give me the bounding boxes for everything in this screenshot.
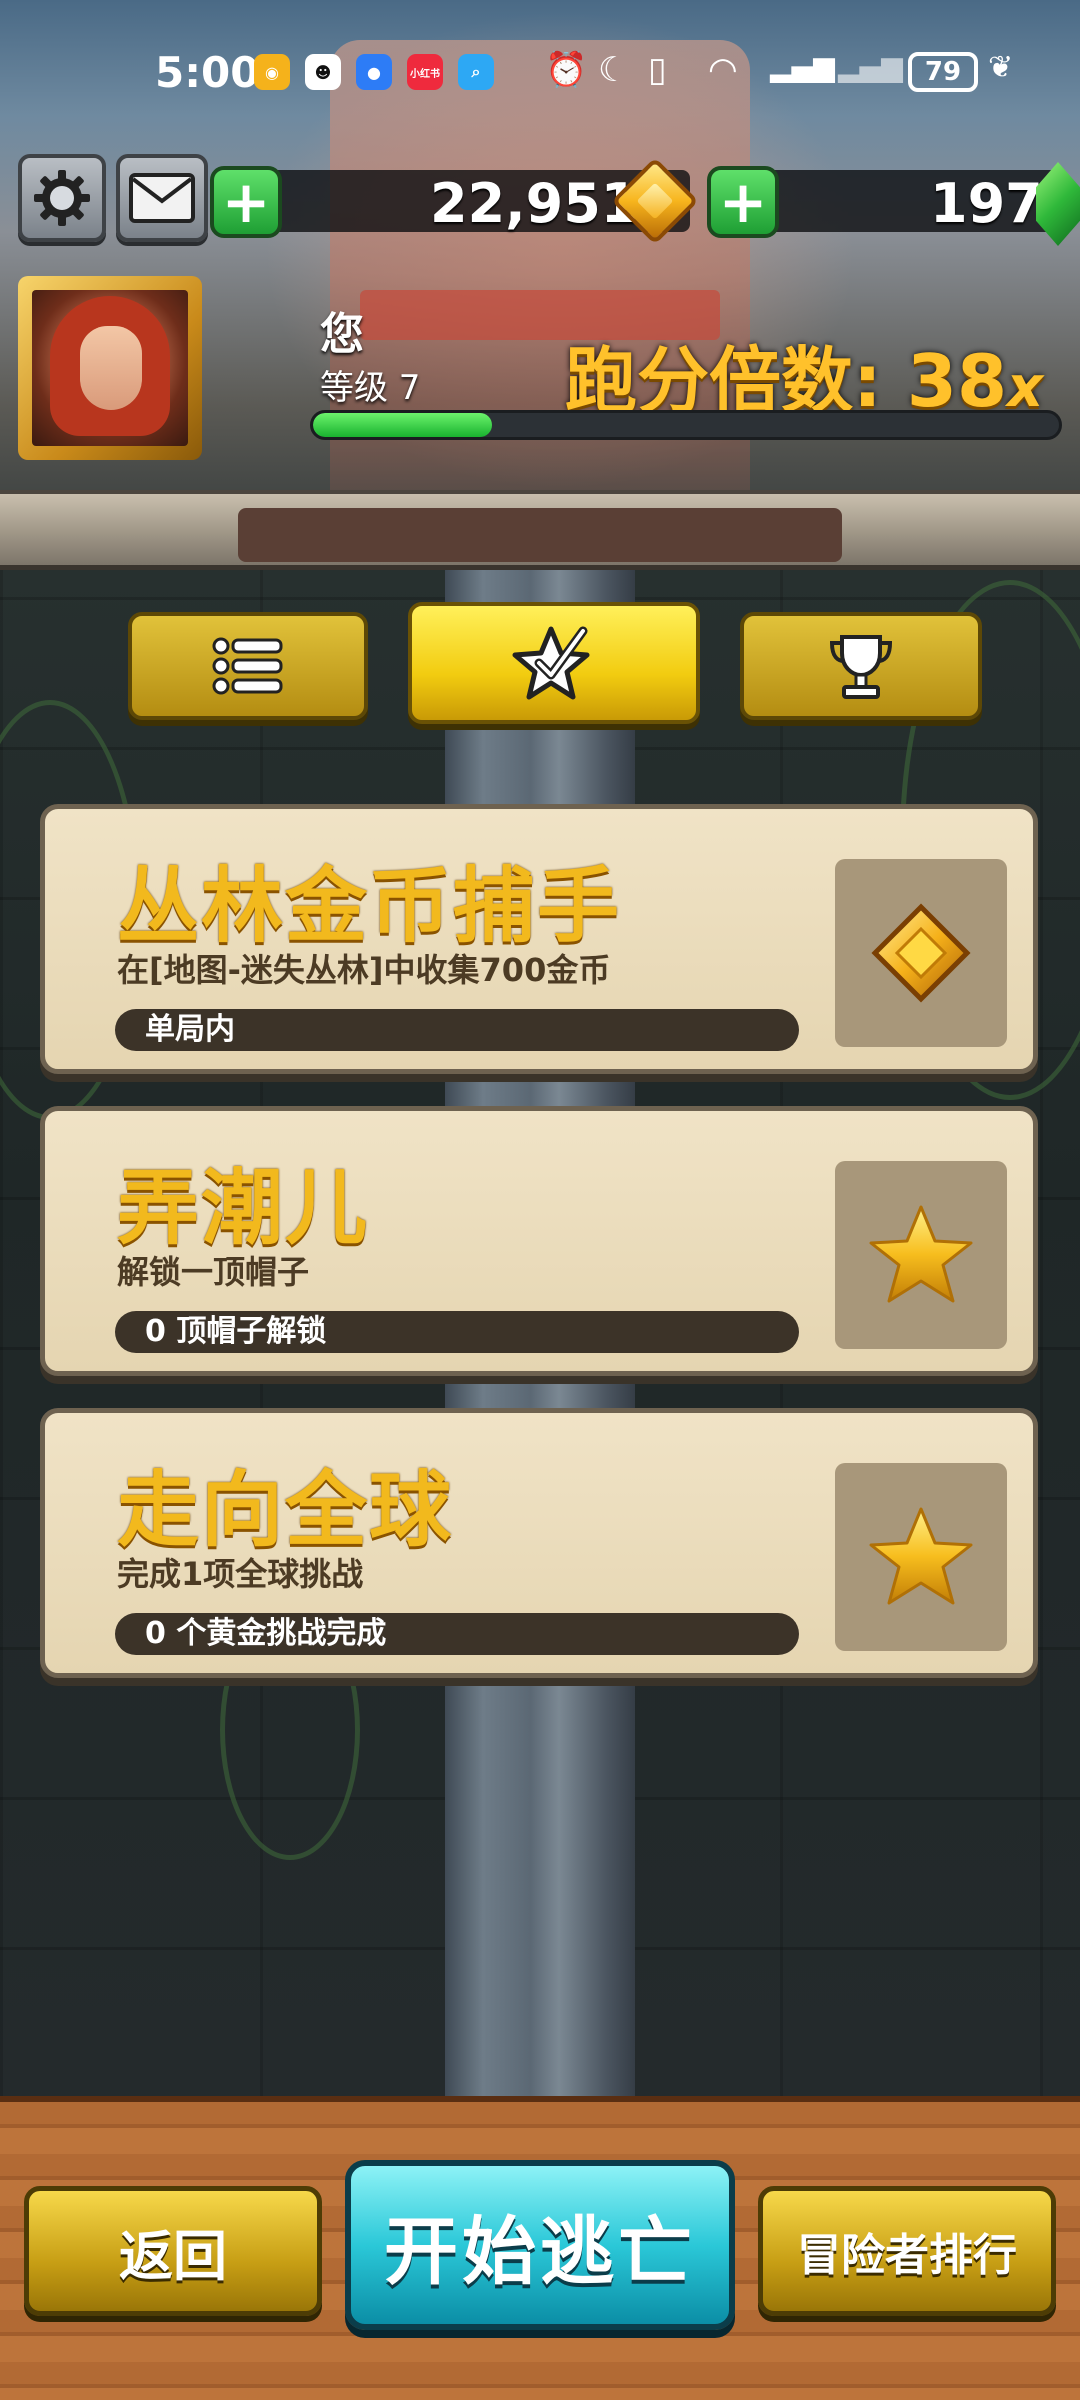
tab-list[interactable] (128, 612, 368, 720)
plank-slot (238, 508, 842, 562)
mission-progress: 单局内 (115, 1009, 799, 1051)
mail-icon (129, 173, 195, 223)
mission-title: 走向全球 (117, 1463, 454, 1558)
coin-count: 22,951 (430, 172, 639, 235)
battery-icon: 79 (908, 52, 978, 92)
status-time: 5:00 (155, 48, 260, 97)
mission-card[interactable]: 走向全球 完成1项全球挑战 0 个黄金挑战完成 (40, 1408, 1038, 1678)
moon-icon: ☾ (598, 50, 629, 90)
star-icon (869, 1205, 973, 1303)
gear-icon (34, 170, 90, 226)
tab-missions[interactable] (408, 602, 700, 724)
avatar-portrait (32, 290, 188, 446)
add-coins-button[interactable]: + (210, 166, 282, 238)
wifi-icon: ◠ (708, 50, 738, 90)
mission-title: 丛林金币捕手 (117, 859, 622, 954)
search-app-icon: ⌕ (458, 54, 494, 90)
status-bar: 5:00 ◉ ☻ ● 小红书 ⌕ ⏰ ☾ ▯ ◠ ▂▄▆ ▂▄▆ 79 ❦ (0, 0, 1080, 140)
settings-button[interactable] (18, 154, 106, 242)
signal-4g-icon: ▂▄▆ (770, 50, 835, 83)
mission-description: 解锁一顶帽子 (117, 1253, 310, 1291)
leaf-icon: ❦ (988, 50, 1014, 85)
tab-trophies[interactable] (740, 612, 982, 720)
vibrate-icon: ▯ (648, 50, 667, 90)
xiaohongshu-icon: 小红书 (407, 54, 443, 90)
mission-card[interactable]: 弄潮儿 解锁一顶帽子 0 顶帽子解锁 (40, 1106, 1038, 1376)
leaderboard-button[interactable]: 冒险者排行 (758, 2186, 1056, 2316)
mission-card[interactable]: 丛林金币捕手 在[地图-迷失丛林]中收集700金币 单局内 (40, 804, 1038, 1074)
avatar[interactable] (18, 276, 202, 460)
list-icon (212, 637, 283, 695)
mission-description: 在[地图-迷失丛林]中收集700金币 (117, 951, 611, 989)
qq-icon: ☻ (305, 54, 341, 90)
mission-progress: 0 个黄金挑战完成 (115, 1613, 799, 1655)
back-button[interactable]: 返回 (24, 2186, 322, 2316)
alarm-icon: ⏰ (545, 50, 588, 90)
wooden-plank (0, 490, 1080, 570)
add-gems-button[interactable]: + (707, 166, 779, 238)
star-icon (869, 1507, 973, 1605)
mission-icon-box (835, 1161, 1007, 1349)
player-name: 您 (320, 309, 364, 360)
mail-button[interactable] (116, 154, 208, 242)
xp-progress-fill (313, 413, 493, 437)
mission-progress: 0 顶帽子解锁 (115, 1311, 799, 1353)
player-level: 等级 7 (320, 368, 421, 408)
mission-description: 完成1项全球挑战 (117, 1555, 364, 1593)
xp-progress-bar (310, 410, 1062, 440)
signal-icon: ▂▄▆ (838, 50, 903, 83)
coin-icon (871, 903, 971, 1003)
browser-icon: ● (356, 54, 392, 90)
mission-title: 弄潮儿 (117, 1161, 370, 1256)
weibo-icon: ◉ (254, 54, 290, 90)
mission-icon-box (835, 1463, 1007, 1651)
trophy-icon (829, 635, 893, 699)
star-check-icon (512, 626, 590, 700)
gem-count: 197 (930, 172, 1043, 235)
start-run-button[interactable]: 开始逃亡 (345, 2160, 735, 2330)
mission-icon-box (835, 859, 1007, 1047)
